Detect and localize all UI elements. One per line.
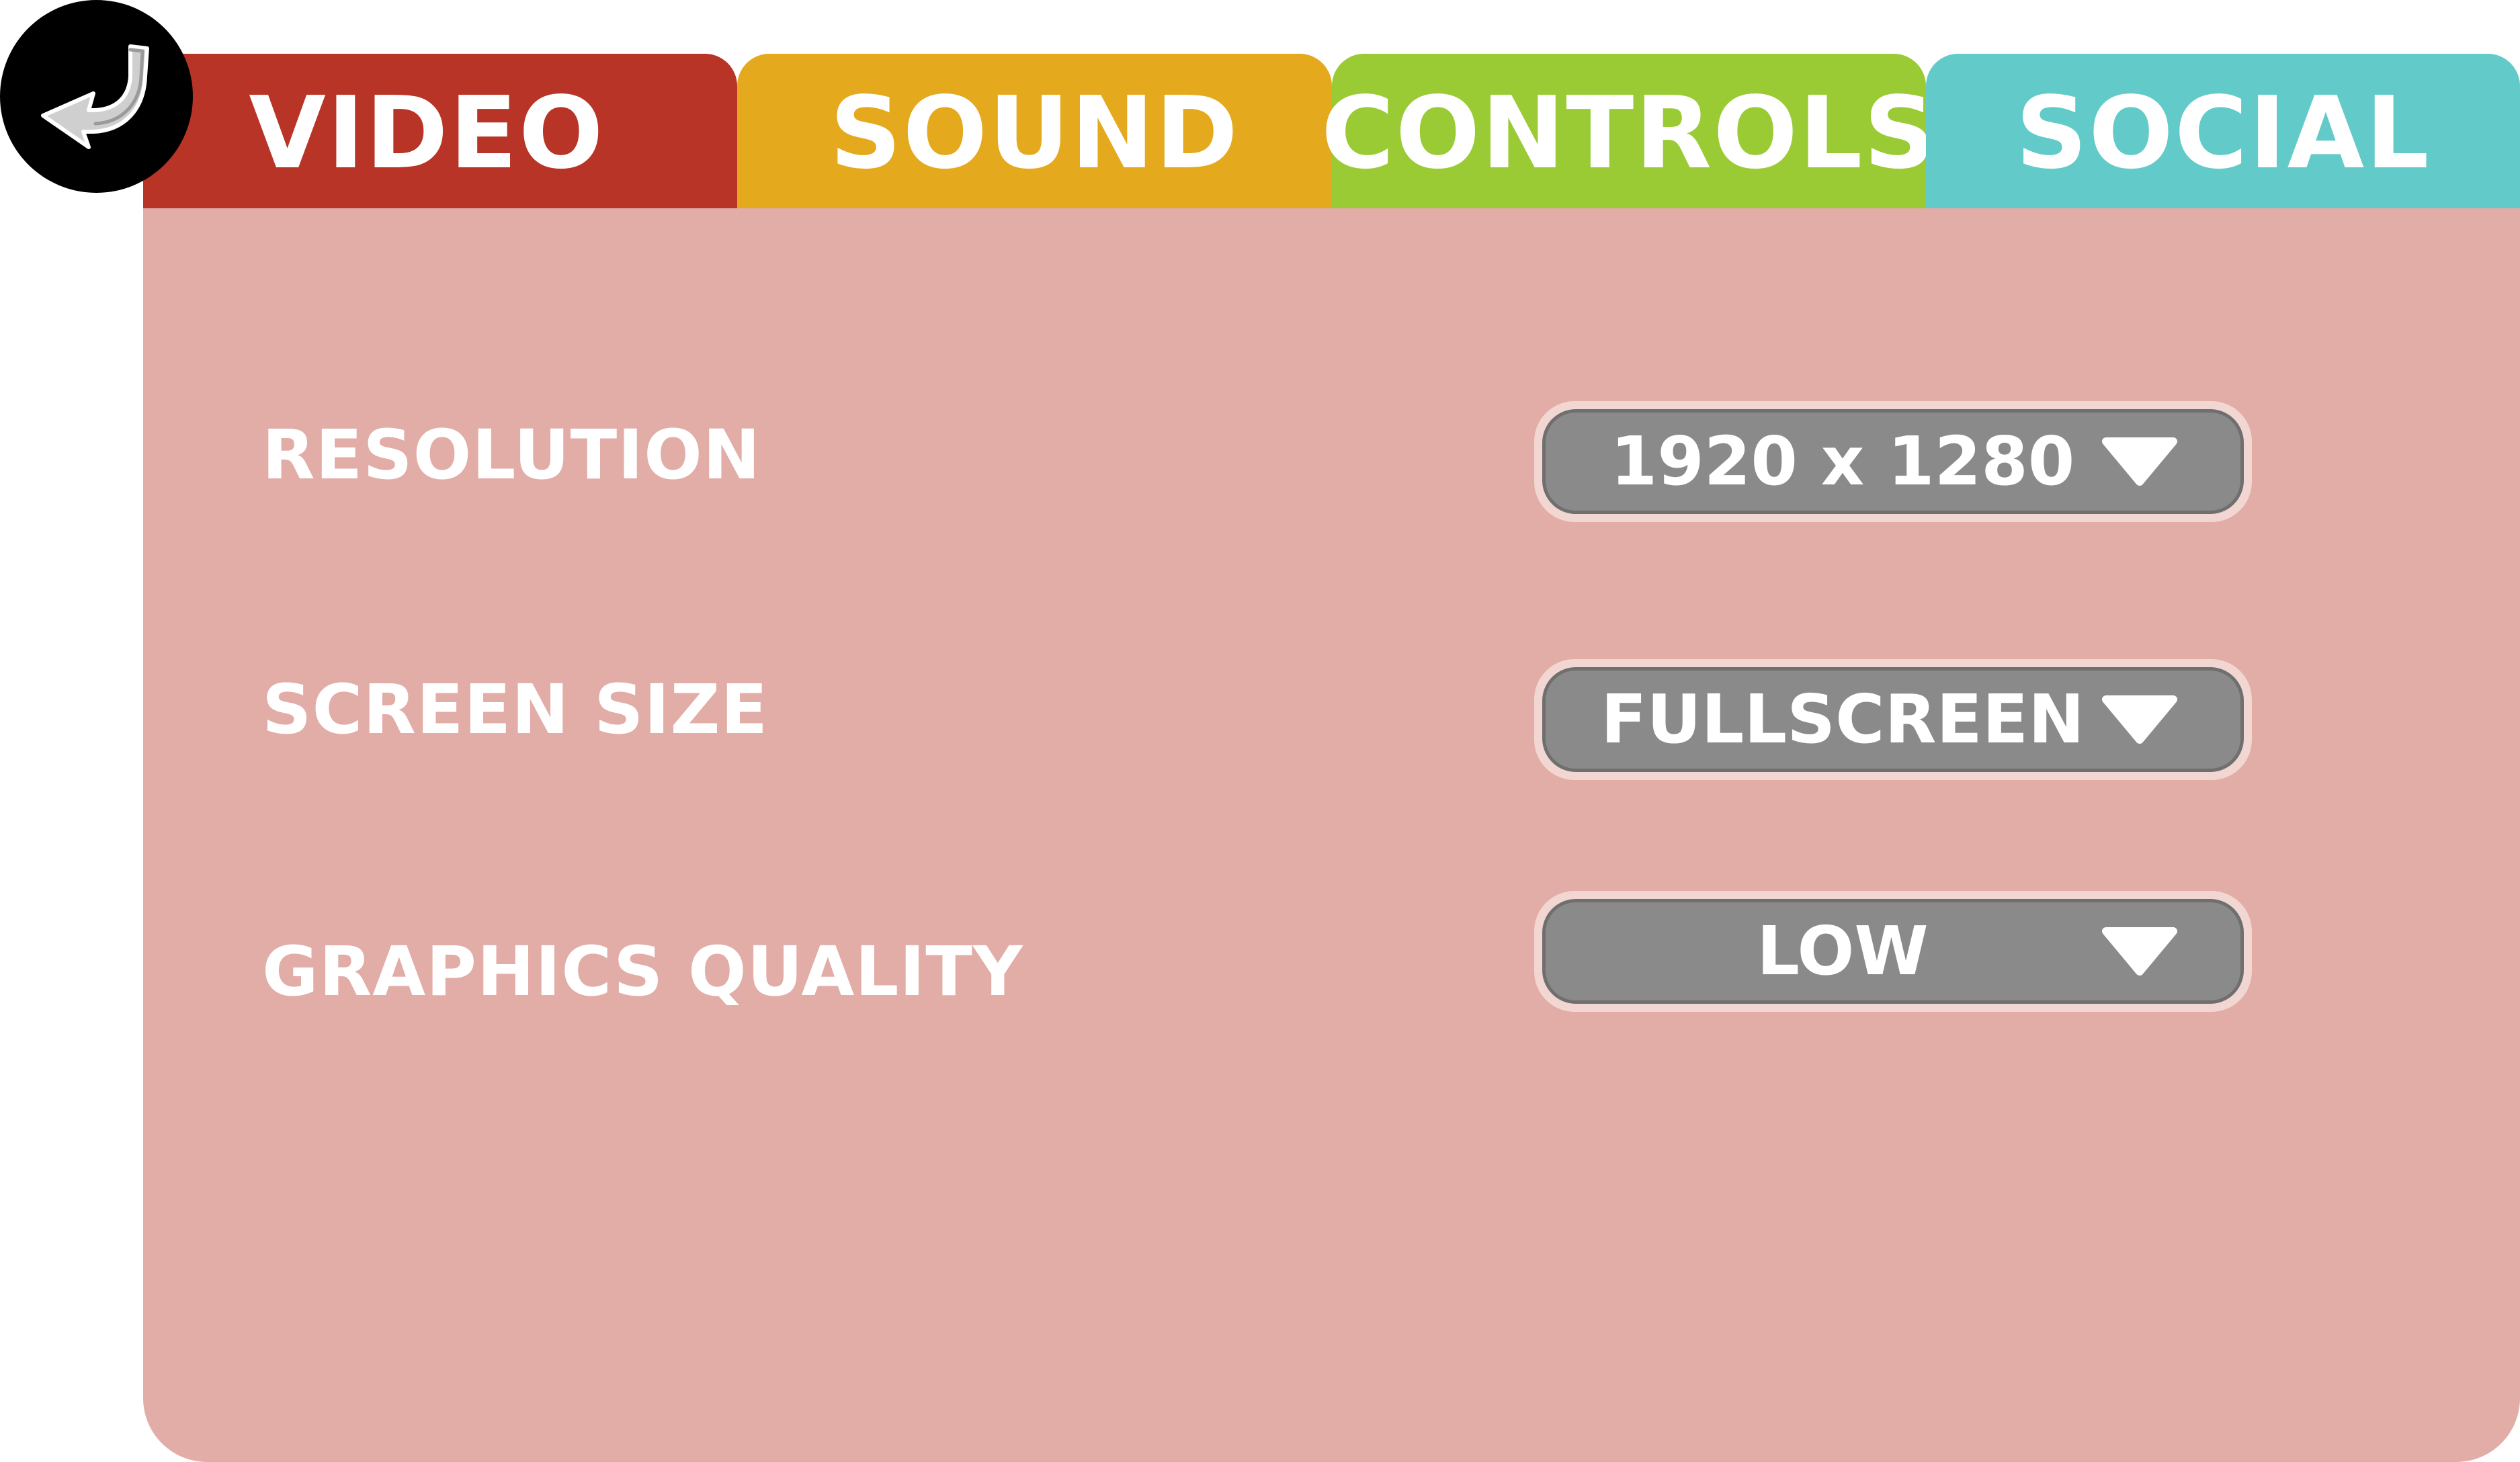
chevron-down-icon: [2102, 927, 2177, 976]
graphics-quality-dropdown-body: LOW: [1542, 899, 2244, 1004]
graphics-quality-value: LOW: [1757, 912, 1929, 990]
resolution-label: RESOLUTION: [262, 415, 761, 495]
video-settings-panel: [143, 208, 2520, 1462]
back-button[interactable]: [0, 0, 193, 193]
tab-video[interactable]: VIDEO: [143, 54, 737, 212]
chevron-down-icon: [2102, 695, 2177, 744]
resolution-dropdown-body: 1920 x 1280: [1542, 409, 2244, 514]
screen-size-dropdown-body: FULLSCREEN: [1542, 667, 2244, 772]
screen-size-label: SCREEN SIZE: [262, 670, 769, 750]
back-arrow-icon: [40, 44, 149, 149]
resolution-dropdown[interactable]: 1920 x 1280: [1534, 401, 2252, 522]
tab-sound[interactable]: SOUND: [737, 54, 1332, 212]
tab-controls[interactable]: CONTROLS: [1321, 54, 1935, 212]
chevron-down-icon: [2102, 437, 2177, 486]
graphics-quality-dropdown[interactable]: LOW: [1534, 891, 2252, 1012]
tab-video-label: VIDEO: [249, 75, 605, 191]
tab-social-label: SOCIAL: [2015, 75, 2431, 191]
screen-size-value: FULLSCREEN: [1601, 680, 2085, 759]
tab-social[interactable]: SOCIAL: [1926, 54, 2520, 212]
resolution-value: 1920 x 1280: [1610, 422, 2075, 501]
screen-size-dropdown[interactable]: FULLSCREEN: [1534, 659, 2252, 780]
graphics-quality-label: GRAPHICS QUALITY: [262, 932, 1023, 1012]
tab-sound-label: SOUND: [829, 75, 1240, 191]
tab-controls-label: CONTROLS: [1321, 75, 1937, 191]
